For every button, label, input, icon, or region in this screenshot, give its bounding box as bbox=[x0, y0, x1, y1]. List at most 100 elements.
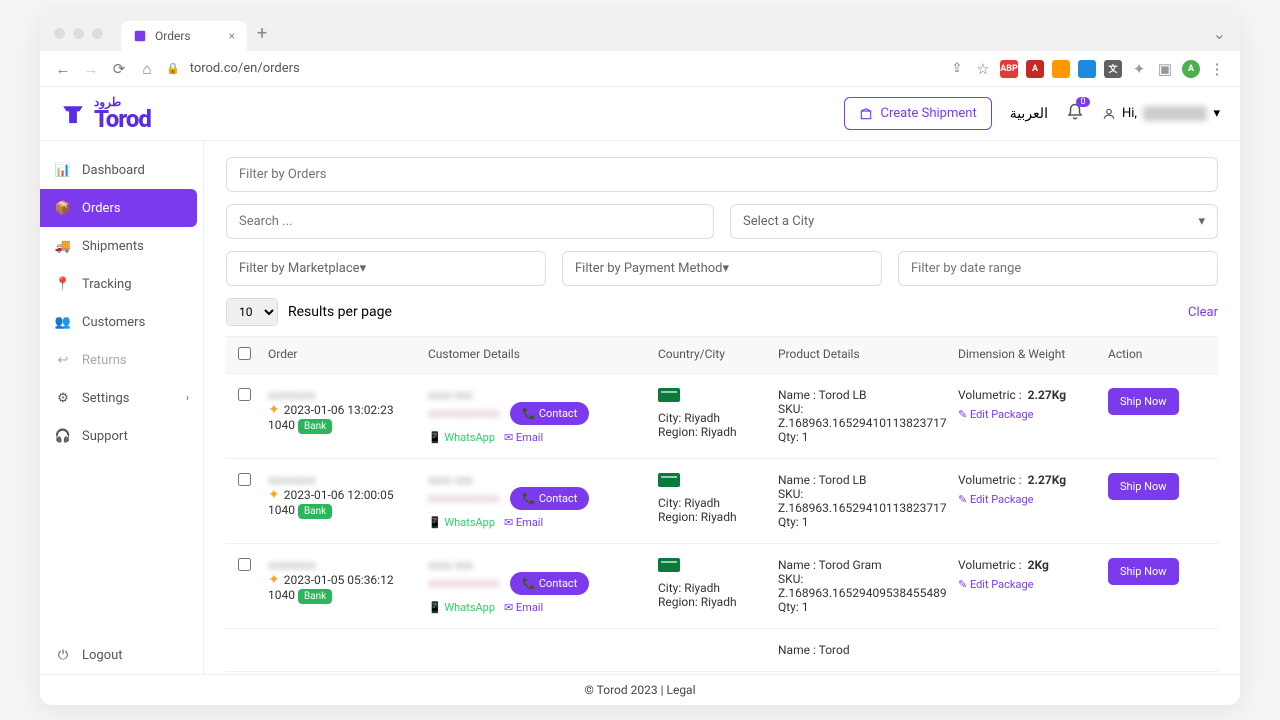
bookmark-icon[interactable]: ☆ bbox=[974, 60, 992, 78]
language-toggle[interactable]: العربية bbox=[1010, 106, 1048, 122]
sidebar-item-returns[interactable]: ↩Returns bbox=[40, 341, 203, 379]
sidebar-item-tracking[interactable]: 📍Tracking bbox=[40, 265, 203, 303]
logout-button[interactable]: ⏻ Logout bbox=[40, 636, 203, 674]
table-row: xxxxxxxx ✦2023-01-05 05:36:12 1040 Bank … bbox=[226, 544, 1218, 629]
row-checkbox[interactable] bbox=[238, 558, 251, 571]
browser-tab[interactable]: Orders × bbox=[121, 21, 247, 51]
nav-icon: 📊 bbox=[54, 161, 72, 179]
tab-close-icon[interactable]: × bbox=[229, 29, 235, 43]
filter-orders-input[interactable] bbox=[226, 157, 1218, 192]
ship-now-button[interactable]: Ship Now bbox=[1108, 558, 1179, 585]
notif-badge: 0 bbox=[1076, 97, 1090, 107]
menu-icon[interactable]: ⋮ bbox=[1208, 60, 1226, 78]
sidebar-item-customers[interactable]: 👥Customers bbox=[40, 303, 203, 341]
payment-select[interactable]: Filter by Payment Method▾ bbox=[562, 251, 882, 286]
chevron-down-icon: ▾ bbox=[360, 261, 367, 276]
user-menu[interactable]: Hi, xxxxxxxxxx ▾ bbox=[1102, 106, 1220, 121]
row-checkbox[interactable] bbox=[238, 473, 251, 486]
sidebar-item-dashboard[interactable]: 📊Dashboard bbox=[40, 151, 203, 189]
new-tab-button[interactable]: + bbox=[257, 23, 267, 44]
city-select[interactable]: Select a City▾ bbox=[730, 204, 1218, 239]
star-icon: ✦ bbox=[268, 487, 280, 503]
results-label: Results per page bbox=[288, 304, 392, 320]
ext-icon[interactable] bbox=[1078, 60, 1096, 78]
email-link[interactable]: ✉ Email bbox=[504, 516, 543, 529]
edit-package-link[interactable]: ✎ Edit Package bbox=[958, 493, 1034, 506]
ext-translate-icon[interactable]: 文 bbox=[1104, 60, 1122, 78]
star-icon: ✦ bbox=[268, 402, 280, 418]
clear-filters-link[interactable]: Clear bbox=[1188, 305, 1218, 320]
status-badge: Bank bbox=[298, 589, 332, 604]
browser-titlebar: Orders × + ⌄ bbox=[40, 15, 1240, 51]
back-icon[interactable]: ← bbox=[54, 60, 72, 78]
extensions-icon[interactable]: ✦ bbox=[1130, 60, 1148, 78]
nav-icon: 📍 bbox=[54, 275, 72, 293]
flag-icon bbox=[658, 388, 680, 402]
nav-icon: ↩ bbox=[54, 351, 72, 369]
username-blurred: xxxxxxxxxx bbox=[1143, 106, 1208, 121]
table-row: xxxxxxxx ✦2023-01-06 12:00:05 1040 Bank … bbox=[226, 459, 1218, 544]
sidebar-item-support[interactable]: 🎧Support bbox=[40, 417, 203, 455]
sidebar-item-shipments[interactable]: 🚚Shipments bbox=[40, 227, 203, 265]
nav-icon: 📦 bbox=[54, 199, 72, 217]
app-header: طرود Torod Create Shipment العربية 0 Hi,… bbox=[40, 87, 1240, 141]
chevron-right-icon: › bbox=[186, 393, 189, 404]
sidebar: 📊Dashboard📦Orders🚚Shipments📍Tracking👥Cus… bbox=[40, 141, 204, 674]
lock-icon: 🔒 bbox=[166, 62, 180, 75]
chevron-down-icon: ▾ bbox=[1213, 106, 1220, 121]
email-link[interactable]: ✉ Email bbox=[504, 431, 543, 444]
edit-package-link[interactable]: ✎ Edit Package bbox=[958, 408, 1034, 421]
contact-button[interactable]: 📞 Contact bbox=[510, 572, 589, 595]
ship-now-button[interactable]: Ship Now bbox=[1108, 473, 1179, 500]
logo-icon bbox=[60, 101, 86, 127]
forward-icon[interactable]: → bbox=[82, 60, 100, 78]
contact-button[interactable]: 📞 Contact bbox=[510, 402, 589, 425]
create-shipment-button[interactable]: Create Shipment bbox=[844, 97, 992, 130]
contact-button[interactable]: 📞 Contact bbox=[510, 487, 589, 510]
nav-icon: ⚙ bbox=[54, 389, 72, 407]
notifications-button[interactable]: 0 bbox=[1066, 103, 1084, 125]
nav-icon: 👥 bbox=[54, 313, 72, 331]
star-icon: ✦ bbox=[268, 572, 280, 588]
window-controls[interactable] bbox=[54, 28, 103, 39]
email-link[interactable]: ✉ Email bbox=[504, 601, 543, 614]
status-badge: Bank bbox=[298, 504, 332, 519]
home-icon[interactable]: ⌂ bbox=[138, 60, 156, 78]
tab-favicon bbox=[133, 29, 147, 43]
url-text[interactable]: torod.co/en/orders bbox=[190, 61, 300, 76]
marketplace-select[interactable]: Filter by Marketplace▾ bbox=[226, 251, 546, 286]
select-all-checkbox[interactable] bbox=[238, 347, 251, 360]
edit-package-link[interactable]: ✎ Edit Package bbox=[958, 578, 1034, 591]
power-icon: ⏻ bbox=[54, 646, 72, 664]
sidebar-item-settings[interactable]: ⚙Settings› bbox=[40, 379, 203, 417]
ext-pdf-icon[interactable]: A bbox=[1026, 60, 1044, 78]
browser-toolbar: ← → ⟳ ⌂ 🔒 torod.co/en/orders ⇪ ☆ ABP A 文… bbox=[40, 51, 1240, 87]
ext-adblock-icon[interactable]: ABP bbox=[1000, 60, 1018, 78]
chevron-down-icon: ▾ bbox=[723, 261, 730, 276]
whatsapp-link[interactable]: 📱 WhatsApp bbox=[428, 516, 495, 529]
ship-now-button[interactable]: Ship Now bbox=[1108, 388, 1179, 415]
tab-title: Orders bbox=[155, 29, 191, 43]
tabs-overflow-icon[interactable]: ⌄ bbox=[1213, 24, 1226, 43]
profile-avatar[interactable]: A bbox=[1182, 60, 1200, 78]
share-icon[interactable]: ⇪ bbox=[948, 61, 966, 76]
row-checkbox[interactable] bbox=[238, 388, 251, 401]
search-input[interactable] bbox=[226, 204, 714, 239]
logo[interactable]: طرود Torod bbox=[60, 95, 151, 133]
reload-icon[interactable]: ⟳ bbox=[110, 60, 128, 78]
ext-icon[interactable] bbox=[1052, 60, 1070, 78]
table-header: Order Customer Details Country/City Prod… bbox=[226, 336, 1218, 374]
whatsapp-link[interactable]: 📱 WhatsApp bbox=[428, 431, 495, 444]
flag-icon bbox=[658, 473, 680, 487]
chevron-down-icon: ▾ bbox=[1198, 214, 1205, 229]
user-icon bbox=[1102, 107, 1116, 121]
logo-text: Torod bbox=[94, 105, 151, 133]
nav-icon: 🎧 bbox=[54, 427, 72, 445]
footer[interactable]: © Torod 2023 | Legal bbox=[40, 674, 1240, 705]
package-icon bbox=[859, 107, 873, 121]
daterange-input[interactable] bbox=[898, 251, 1218, 286]
sidepanel-icon[interactable]: ▣ bbox=[1156, 60, 1174, 78]
page-size-select[interactable]: 10 bbox=[226, 298, 278, 326]
sidebar-item-orders[interactable]: 📦Orders bbox=[40, 189, 197, 227]
whatsapp-link[interactable]: 📱 WhatsApp bbox=[428, 601, 495, 614]
